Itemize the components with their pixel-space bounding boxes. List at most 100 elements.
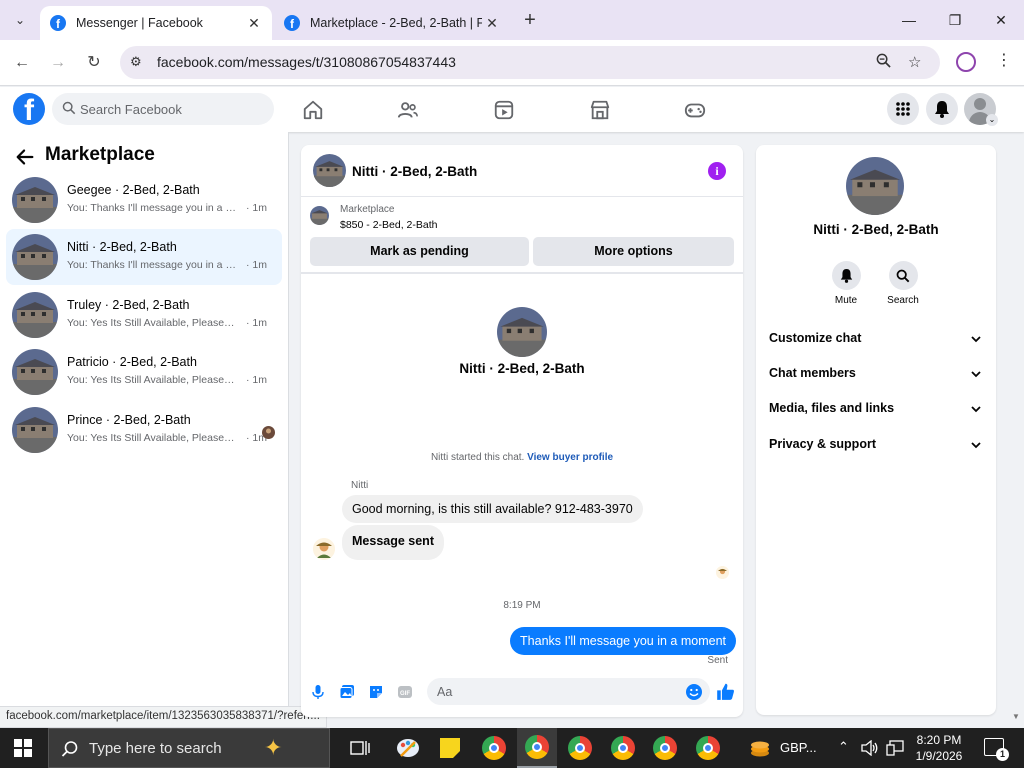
system-clock[interactable]: 8:20 PM 1/9/2026 bbox=[904, 732, 974, 764]
video-icon[interactable] bbox=[493, 99, 515, 121]
menu-grid-icon[interactable] bbox=[887, 93, 919, 125]
zoom-icon[interactable] bbox=[876, 53, 891, 72]
conversation-details-panel: Nitti · 2-Bed, 2-Bath Mute Search Custom… bbox=[756, 145, 996, 715]
conversation-item-patricio[interactable]: Patricio · 2-Bed, 2-Bath You: Yes Its St… bbox=[6, 344, 282, 400]
section-label: Privacy & support bbox=[769, 437, 876, 451]
back-arrow-icon[interactable] bbox=[14, 146, 36, 168]
address-bar[interactable]: ⚙ facebook.com/messages/t/31080867054837… bbox=[120, 46, 940, 79]
sender-avatar[interactable] bbox=[313, 538, 335, 560]
tab-close-icon[interactable]: ✕ bbox=[482, 15, 502, 32]
mark-as-pending-button[interactable]: Mark as pending bbox=[310, 237, 529, 266]
photo-gallery-icon[interactable] bbox=[339, 684, 355, 700]
microphone-icon[interactable] bbox=[310, 684, 326, 700]
volume-icon[interactable] bbox=[861, 740, 879, 756]
view-buyer-profile-link[interactable]: View buyer profile bbox=[527, 452, 613, 463]
friends-icon[interactable] bbox=[397, 99, 419, 121]
currency-widget-icon[interactable] bbox=[740, 728, 780, 768]
clock-time: 8:20 PM bbox=[916, 733, 962, 747]
url-text[interactable]: facebook.com/messages/t/3108086705483744… bbox=[157, 54, 456, 70]
close-window-icon[interactable]: ✕ bbox=[989, 8, 1013, 32]
privacy-support-section[interactable]: Privacy & support bbox=[756, 427, 996, 462]
back-arrow-icon[interactable]: ← bbox=[9, 50, 35, 76]
tab-title: Marketplace - 2-Bed, 2-Bath | Fa bbox=[310, 16, 482, 30]
tab-messenger[interactable]: f Messenger | Facebook ✕ bbox=[40, 6, 272, 40]
chrome-profile-4-icon[interactable] bbox=[603, 728, 643, 768]
message-composer[interactable] bbox=[427, 678, 710, 705]
facebook-header: f ⌄ bbox=[0, 87, 1024, 132]
conversation-item-truley[interactable]: Truley · 2-Bed, 2-Bath You: Yes Its Stil… bbox=[6, 287, 282, 343]
chat-members-section[interactable]: Chat members bbox=[756, 356, 996, 391]
minimize-icon[interactable]: — bbox=[897, 8, 921, 32]
chrome-profile-1-icon[interactable] bbox=[474, 728, 514, 768]
windows-start-icon[interactable] bbox=[14, 739, 32, 757]
chrome-profile-2-icon[interactable] bbox=[517, 728, 557, 768]
facebook-search-input[interactable] bbox=[80, 93, 270, 125]
marketplace-listing-box: Marketplace $850 - 2-Bed, 2-Bath Mark as… bbox=[301, 198, 743, 274]
forward-arrow-icon[interactable]: → bbox=[45, 50, 71, 76]
currency-widget-text[interactable]: GBP... bbox=[780, 740, 817, 755]
sticker-icon[interactable] bbox=[368, 684, 384, 700]
listing-thumbnail bbox=[12, 349, 58, 395]
gif-icon[interactable]: GIF bbox=[397, 684, 413, 700]
browser-profile-icon[interactable] bbox=[956, 52, 976, 72]
facebook-logo-icon[interactable]: f bbox=[13, 93, 45, 125]
incoming-message[interactable]: Good morning, is this still available? 9… bbox=[342, 495, 643, 523]
show-hidden-icons-chevron-up-icon[interactable]: ⌃ bbox=[838, 739, 849, 755]
scrollbar-down-arrow-icon[interactable]: ▼ bbox=[1012, 712, 1020, 721]
message-time-separator: 8:19 PM bbox=[503, 600, 541, 611]
bookmark-star-icon[interactable]: ☆ bbox=[908, 53, 921, 71]
outgoing-message[interactable]: Thanks I'll message you in a moment bbox=[510, 627, 736, 655]
taskbar-search-text: Type here to search bbox=[89, 740, 222, 757]
task-view-icon[interactable] bbox=[340, 728, 380, 768]
incoming-message[interactable]: Message sent bbox=[342, 525, 444, 560]
chrome-profile-3-icon[interactable] bbox=[560, 728, 600, 768]
bell-icon bbox=[840, 269, 852, 283]
chat-title[interactable]: Nitti · 2-Bed, 2-Bath bbox=[352, 164, 477, 179]
conversation-item-prince[interactable]: Prince · 2-Bed, 2-Bath You: Yes Its Stil… bbox=[6, 402, 282, 458]
chat-avatar[interactable] bbox=[313, 154, 346, 187]
mute-button[interactable]: Mute bbox=[821, 261, 871, 306]
chrome-profile-6-icon[interactable] bbox=[688, 728, 728, 768]
browser-menu-icon[interactable]: ⋮ bbox=[996, 50, 1012, 70]
customize-chat-section[interactable]: Customize chat bbox=[756, 321, 996, 356]
chat-profile-avatar[interactable] bbox=[497, 307, 547, 357]
tab-title: Messenger | Facebook bbox=[76, 16, 203, 30]
tab-close-icon[interactable]: ✕ bbox=[244, 15, 264, 32]
notification-center-icon[interactable]: 1 bbox=[984, 738, 1009, 761]
chat-started-text: Nitti started this chat. bbox=[430, 452, 525, 463]
emoji-icon[interactable] bbox=[686, 684, 702, 700]
sticky-notes-icon[interactable] bbox=[430, 728, 470, 768]
like-thumb-icon[interactable] bbox=[716, 682, 735, 701]
more-options-button[interactable]: More options bbox=[533, 237, 734, 266]
clock-date: 1/9/2026 bbox=[915, 749, 963, 763]
chat-profile-name: Nitti · 2-Bed, 2-Bath bbox=[459, 361, 585, 376]
listing-price-title[interactable]: $850 - 2-Bed, 2-Bath bbox=[340, 219, 437, 231]
facebook-search[interactable] bbox=[52, 93, 274, 125]
reload-icon[interactable]: ↻ bbox=[81, 50, 107, 76]
new-tab-plus-icon[interactable]: + bbox=[518, 9, 542, 33]
conversation-time: · 1m bbox=[246, 202, 267, 214]
tab-marketplace[interactable]: f Marketplace - 2-Bed, 2-Bath | Fa ✕ bbox=[274, 6, 510, 40]
media-files-links-section[interactable]: Media, files and links bbox=[756, 391, 996, 426]
contact-avatar[interactable] bbox=[846, 157, 904, 215]
conversation-item-geegee[interactable]: Geegee · 2-Bed, 2-Bath You: Thanks I'll … bbox=[6, 172, 282, 228]
notifications-bell-icon[interactable] bbox=[926, 93, 958, 125]
conversation-item-nitti[interactable]: Nitti · 2-Bed, 2-Bath You: Thanks I'll m… bbox=[6, 229, 282, 285]
gaming-icon[interactable] bbox=[684, 99, 706, 121]
message-input[interactable] bbox=[437, 678, 677, 705]
search-icon bbox=[896, 269, 910, 282]
taskbar-search[interactable]: Type here to search ✦ bbox=[48, 728, 330, 768]
info-icon[interactable]: i bbox=[708, 162, 726, 180]
restore-icon[interactable]: ❐ bbox=[943, 8, 967, 32]
panel-title: Marketplace bbox=[45, 144, 155, 165]
home-icon[interactable] bbox=[302, 99, 324, 121]
chrome-profile-5-icon[interactable] bbox=[645, 728, 685, 768]
site-settings-icon[interactable]: ⚙ bbox=[130, 54, 142, 70]
search-in-chat-button[interactable]: Search bbox=[878, 261, 928, 306]
tab-search-chevron-icon[interactable]: ⌄ bbox=[8, 8, 32, 32]
paint-app-icon[interactable] bbox=[388, 728, 428, 768]
marketplace-icon[interactable] bbox=[589, 99, 611, 121]
listing-thumbnail[interactable] bbox=[310, 206, 329, 225]
account-chevron-down-icon[interactable]: ⌄ bbox=[986, 114, 998, 126]
network-icon[interactable] bbox=[886, 740, 904, 756]
